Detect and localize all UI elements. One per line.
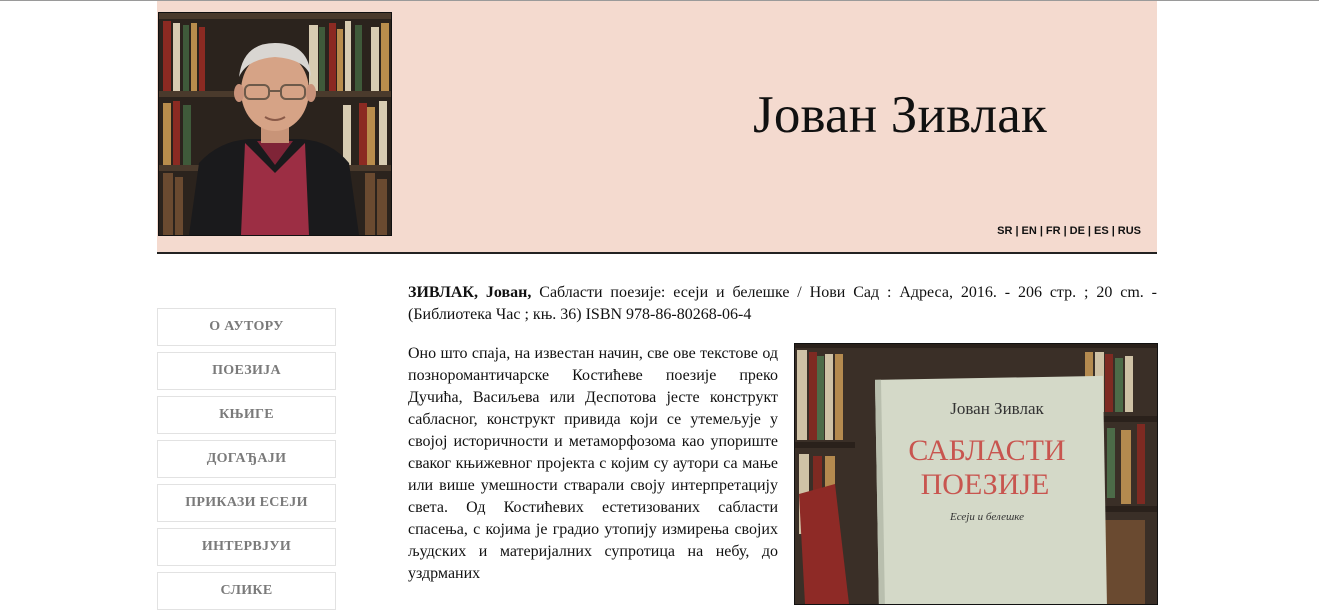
citation-author: ЗИВЛАК, Јован, (408, 284, 532, 301)
lang-de-link[interactable]: DE (1070, 225, 1085, 237)
nav-item-interviews[interactable]: ИНТЕРВЈУИ (157, 528, 336, 566)
book-cover-image: Јован Зивлак САБЛАСТИ ПОЕЗИЈЕ Есеји и бе… (795, 344, 1157, 604)
book-cover-title-line1: САБЛАСТИ (908, 434, 1065, 467)
site-title: Јован Зивлак (753, 86, 1047, 144)
book-cover-subtitle: Есеји и белешке (949, 511, 1024, 523)
book-description: Оно што спаја, на известан начин, све ов… (408, 345, 778, 582)
nav-item-pictures[interactable]: СЛИКЕ (157, 572, 336, 610)
nav-item-poetry[interactable]: ПОЕЗИЈА (157, 352, 336, 390)
lang-es-link[interactable]: ES (1094, 225, 1109, 237)
book-cover-author: Јован Зивлак (950, 399, 1044, 418)
portrait-image (159, 13, 391, 235)
lang-fr-link[interactable]: FR (1046, 225, 1061, 237)
book-cover-title-line2: ПОЕЗИЈЕ (921, 468, 1050, 501)
separator: | (1015, 225, 1019, 237)
lang-sr-link[interactable]: SR (997, 225, 1012, 237)
book-citation: ЗИВЛАК, Јован, Сабласти поезије: есеји и… (408, 282, 1157, 326)
separator: | (1087, 225, 1091, 237)
separator: | (1063, 225, 1067, 237)
separator: | (1111, 225, 1115, 237)
language-switcher: SR | EN | FR | DE | ES | RUS (997, 225, 1141, 237)
separator: | (1039, 225, 1043, 237)
lang-en-link[interactable]: EN (1022, 225, 1037, 237)
nav-item-events[interactable]: ДОГАЂАЈИ (157, 440, 336, 478)
nav-item-about-author[interactable]: О АУТОРУ (157, 308, 336, 346)
sidebar-nav: О АУТОРУ ПОЕЗИЈА КЊИГЕ ДОГАЂАЈИ ПРИКАЗИ … (157, 308, 336, 616)
author-portrait (158, 12, 392, 236)
book-cover-photo: Јован Зивлак САБЛАСТИ ПОЕЗИЈЕ Есеји и бе… (794, 343, 1158, 605)
nav-item-books[interactable]: КЊИГЕ (157, 396, 336, 434)
lang-rus-link[interactable]: RUS (1118, 225, 1141, 237)
nav-item-reviews-essays[interactable]: ПРИКАЗИ ЕСЕЈИ (157, 484, 336, 522)
site-header: Јован Зивлак SR | EN | FR | DE | ES | RUS (157, 1, 1157, 254)
